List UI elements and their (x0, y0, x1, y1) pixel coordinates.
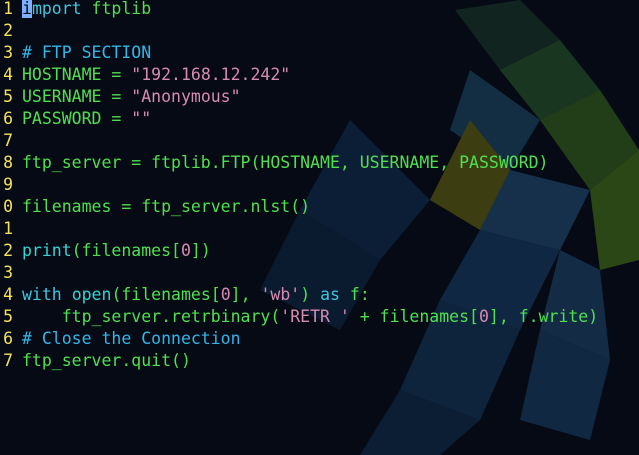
code-token: ftp_server = ftplib.FTP(HOSTNAME, USERNA… (22, 153, 549, 172)
code-line[interactable]: 8 ftp_server = ftplib.FTP(HOSTNAME, USERN… (0, 152, 639, 174)
code-editor[interactable]: 1 import ftplib 2 3 # FTP SECTION 4 HOSTNAME =… (0, 0, 639, 455)
code-text[interactable]: ftp_server.retrbinary('RETR ' + filename… (22, 306, 598, 328)
code-line[interactable]: 7 (0, 130, 639, 152)
code-line[interactable]: 1 (0, 218, 639, 240)
code-token: with (22, 285, 62, 304)
code-token: open (71, 285, 112, 304)
code-text[interactable]: filenames = ftp_server.nlst() (22, 196, 310, 218)
code-line[interactable]: 5 ftp_server.retrbinary('RETR ' + filena… (0, 306, 639, 328)
line-number: 3 (3, 43, 13, 62)
code-token: 0 (180, 241, 191, 260)
code-text[interactable]: ftp_server = ftplib.FTP(HOSTNAME, USERNA… (22, 152, 549, 174)
text-cursor: i (22, 0, 32, 18)
code-token: (filenames[ (111, 285, 221, 304)
code-token: ], (230, 285, 261, 304)
line-number: 1 (3, 219, 13, 238)
code-token: ) (300, 285, 321, 304)
code-token: 'wb' (260, 285, 301, 304)
code-text[interactable]: PASSWORD = "" (22, 108, 151, 130)
line-number: 2 (3, 241, 13, 260)
line-number: 2 (3, 21, 13, 40)
code-token: print (22, 241, 72, 260)
code-token: "192.168.12.242" (131, 65, 291, 84)
code-line[interactable]: 4 with open(filenames[0], 'wb') as f: (0, 284, 639, 306)
line-number: 8 (3, 153, 13, 172)
code-text[interactable]: # FTP SECTION (22, 42, 151, 64)
line-number: 5 (3, 87, 13, 106)
code-token: USERNAME = (22, 87, 132, 106)
code-line[interactable]: 7 ftp_server.quit() (0, 350, 639, 372)
code-line[interactable]: 9 (0, 174, 639, 196)
code-token: ], f.write) (488, 307, 599, 326)
code-line[interactable]: 5 USERNAME = "Anonymous" (0, 86, 639, 108)
code-text[interactable]: ftp_server.quit() (22, 350, 191, 372)
code-token: 0 (220, 285, 231, 304)
code-line[interactable]: 2 print(filenames[0]) (0, 240, 639, 262)
code-text[interactable]: HOSTNAME = "192.168.12.242" (22, 64, 290, 86)
code-token: ftp_server.quit() (22, 351, 191, 370)
code-token: ftplib (81, 0, 152, 18)
code-line[interactable]: 3 # FTP SECTION (0, 42, 639, 64)
code-line[interactable]: 3 (0, 262, 639, 284)
code-token: # Close the Connection (22, 329, 241, 348)
line-number: 1 (3, 0, 13, 18)
code-token: ftp_server.retrbinary( (22, 307, 281, 326)
line-number: 6 (3, 109, 13, 128)
code-line[interactable]: 1 import ftplib (0, 0, 639, 20)
code-token: # FTP SECTION (22, 43, 152, 62)
line-number: 9 (3, 175, 13, 194)
code-token: 'RETR ' (280, 307, 350, 326)
code-token: HOSTNAME = (22, 65, 132, 84)
code-token: + filenames[ (349, 307, 479, 326)
line-number: 7 (3, 131, 13, 150)
code-line[interactable]: 2 (0, 20, 639, 42)
code-token: mport (31, 0, 82, 18)
code-token: "" (131, 109, 152, 128)
code-token: filenames = ftp_server.nlst() (22, 197, 311, 216)
code-token: ]) (190, 241, 211, 260)
code-token: f: (339, 285, 370, 304)
code-token: 0 (478, 307, 489, 326)
code-text[interactable]: # Close the Connection (22, 328, 241, 350)
code-text[interactable]: print(filenames[0]) (22, 240, 211, 262)
line-number: 4 (3, 285, 13, 304)
line-number: 4 (3, 65, 13, 84)
line-number: 0 (3, 197, 13, 216)
code-token: as (320, 285, 340, 304)
code-token: (filenames[ (71, 241, 181, 260)
code-token: PASSWORD = (22, 109, 132, 128)
code-line[interactable]: 6 # Close the Connection (0, 328, 639, 350)
code-token: "Anonymous" (131, 87, 241, 106)
line-number: 5 (3, 307, 13, 326)
code-line[interactable]: 0 filenames = ftp_server.nlst() (0, 196, 639, 218)
line-number: 3 (3, 263, 13, 282)
code-text[interactable]: import ftplib (22, 0, 151, 20)
code-text[interactable]: USERNAME = "Anonymous" (22, 86, 241, 108)
code-text[interactable]: with open(filenames[0], 'wb') as f: (22, 284, 370, 306)
code-line[interactable]: 4 HOSTNAME = "192.168.12.242" (0, 64, 639, 86)
line-number: 7 (3, 351, 13, 370)
line-number: 6 (3, 329, 13, 348)
code-line[interactable]: 6 PASSWORD = "" (0, 108, 639, 130)
